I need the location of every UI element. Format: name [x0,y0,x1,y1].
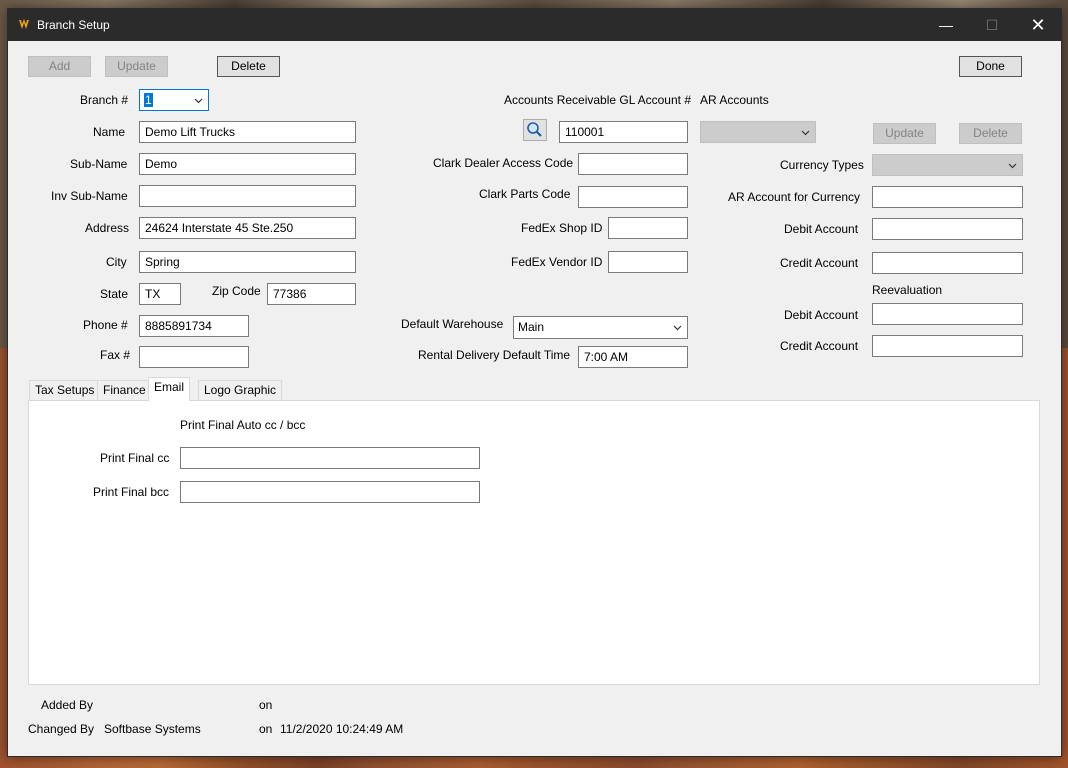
add-button[interactable]: Add [28,56,91,77]
delete-button[interactable]: Delete [217,56,280,77]
credit-account-field[interactable] [872,252,1023,274]
reeval-debit-field[interactable] [872,303,1023,325]
name-field[interactable]: Demo Lift Trucks [139,121,356,143]
city-field[interactable]: Spring [139,251,356,273]
clark-dealer-label: Clark Dealer Access Code [433,156,574,170]
email-tab-panel: Print Final Auto cc / bcc Print Final cc… [28,400,1040,685]
credit-account-label: Credit Account [780,256,859,270]
inv-subname-label: Inv Sub-Name [51,189,128,203]
debit-account-label: Debit Account [784,222,859,236]
warehouse-value: Main [518,320,545,334]
tab-logo-graphic[interactable]: Logo Graphic [198,380,283,401]
address-field[interactable]: 24624 Interstate 45 Ste.250 [139,217,356,239]
debit-account-field[interactable] [872,218,1023,240]
print-final-cc-label: Print Final cc [100,451,170,465]
subname-label: Sub-Name [70,157,128,171]
added-on-label: on [259,698,273,712]
name-label: Name [93,125,126,139]
chevron-down-icon [1008,163,1017,169]
branch-value: 1 [144,93,153,107]
maximize-icon[interactable]: ☐ [969,9,1015,41]
reevaluation-label: Reevaluation [872,283,943,297]
chevron-down-icon [801,130,810,136]
tab-finance[interactable]: Finance [97,380,152,401]
chevron-down-icon [673,325,682,331]
done-button[interactable]: Done [959,56,1022,77]
phone-label: Phone # [83,318,128,332]
rental-time-label: Rental Delivery Default Time [418,348,571,362]
currency-types-select[interactable] [872,154,1023,176]
ar-accounts-select[interactable] [700,121,816,143]
close-icon[interactable]: ✕ [1015,9,1061,41]
currency-types-label: Currency Types [780,158,864,172]
ar-gl-field[interactable]: 110001 [559,121,688,143]
fax-label: Fax # [100,348,131,362]
reeval-debit-label: Debit Account [784,308,859,322]
changed-on-value: 11/2/2020 10:24:49 AM [280,722,404,736]
ar-currency-label: AR Account for Currency [728,190,861,204]
state-label: State [100,287,129,301]
ar-accounts-title: AR Accounts [700,93,769,107]
fedex-shop-field[interactable] [608,217,688,239]
warehouse-select[interactable]: Main [513,316,688,339]
ar-delete-button[interactable]: Delete [959,123,1022,144]
clark-parts-field[interactable] [578,186,688,208]
inv-subname-field[interactable] [139,185,356,207]
minimize-icon[interactable]: — [923,9,969,41]
ar-currency-field[interactable] [872,186,1023,208]
window-title: Branch Setup [37,18,110,32]
rental-time-field[interactable]: 7:00 AM [578,346,688,368]
branch-setup-window: Branch Setup — ☐ ✕ Add Update Delete Don… [7,8,1062,757]
state-field[interactable]: TX [139,283,181,305]
subname-field[interactable]: Demo [139,153,356,175]
added-by-label: Added By [41,698,94,712]
app-logo-icon [19,19,29,29]
changed-on-label: on [259,722,273,736]
zip-label: Zip Code [212,284,261,298]
zip-field[interactable]: 77386 [267,283,356,305]
fax-field[interactable] [139,346,249,368]
phone-field[interactable]: 8885891734 [139,315,249,337]
city-label: City [106,255,127,269]
reeval-credit-label: Credit Account [780,339,859,353]
tab-email[interactable]: Email [148,377,191,401]
changed-by-value: Softbase Systems [104,722,201,736]
print-final-cc-field[interactable] [180,447,480,469]
warehouse-label: Default Warehouse [401,317,504,331]
update-button[interactable]: Update [105,56,168,77]
search-button[interactable] [523,119,547,141]
fedex-shop-label: FedEx Shop ID [521,221,603,235]
print-final-bcc-field[interactable] [180,481,480,503]
changed-by-label: Changed By [28,722,95,736]
clark-parts-label: Clark Parts Code [479,187,571,201]
clark-dealer-field[interactable] [578,153,688,175]
reeval-credit-field[interactable] [872,335,1023,357]
fedex-vendor-label: FedEx Vendor ID [511,255,603,269]
chevron-down-icon [194,98,203,104]
address-label: Address [85,221,130,235]
fedex-vendor-field[interactable] [608,251,688,273]
email-heading: Print Final Auto cc / bcc [180,418,306,432]
title-bar: Branch Setup — ☐ ✕ [8,9,1061,41]
ar-gl-label: Accounts Receivable GL Account # [504,93,691,107]
branch-select[interactable]: 1 [139,89,209,111]
search-icon [527,122,542,137]
ar-update-button[interactable]: Update [873,123,936,144]
tab-tax-setups[interactable]: Tax Setups [29,380,101,401]
print-final-bcc-label: Print Final bcc [93,485,170,499]
branch-label: Branch # [80,93,129,107]
